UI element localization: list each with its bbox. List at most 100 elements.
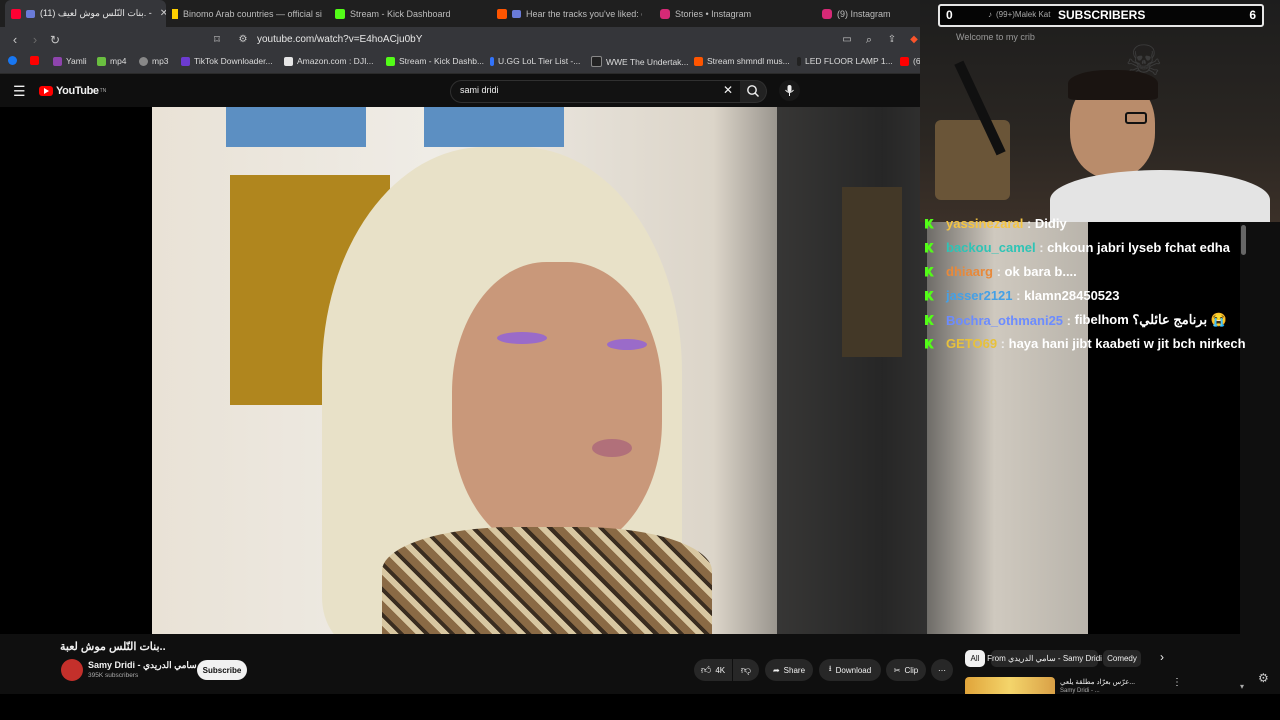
recommendation-thumbnail[interactable] — [965, 677, 1055, 694]
subscriber-counter: 0 ♪ (99+)Malek Kat SUBSCRIBERS 6 — [938, 4, 1264, 27]
glasses — [1125, 112, 1147, 124]
address-bar-row: ‹ › ↻ ⌑ ⚙ youtube.com/watch?v=E4hoACju0b… — [0, 27, 920, 53]
amazon-icon — [284, 56, 293, 66]
close-tab-icon[interactable]: ✕ — [160, 8, 166, 19]
bookmark-label: U.GG LoL Tier List -... — [498, 56, 581, 66]
recommendation-menu-icon[interactable]: ⋮ — [1172, 677, 1182, 688]
share-page-icon[interactable]: ⇪ — [885, 33, 899, 47]
tab-soundcloud[interactable]: Hear the tracks you've liked: on — [497, 0, 642, 27]
facebook-icon — [8, 56, 17, 65]
forward-icon[interactable]: › — [28, 33, 42, 47]
tab-binomo[interactable]: Binomo Arab countries — official si — [172, 0, 322, 27]
tab-title: (9) Instagram — [837, 8, 891, 19]
chat-text: chkoun jabri lyseb fchat edha — [1047, 240, 1230, 255]
subscribe-button[interactable]: Subscribe — [197, 660, 247, 680]
like-button[interactable]: 👍︎ 4K — [694, 659, 732, 681]
reload-icon[interactable]: ↻ — [48, 33, 62, 47]
search-icon — [747, 85, 759, 97]
tiktok-downloader-icon — [181, 56, 190, 66]
menu-icon[interactable]: ☰ — [13, 83, 26, 100]
lamp-icon — [797, 56, 801, 66]
chat-message: GETO69 : haya hani jibt kaabeti w jit bc… — [920, 336, 1246, 351]
download-button[interactable]: ⭳ Download — [819, 659, 881, 681]
bookmark-facebook[interactable] — [8, 56, 21, 65]
chat-scrollbar[interactable] — [1241, 225, 1246, 255]
tab-title: Binomo Arab countries — official si — [183, 8, 322, 19]
chat-username: jasser2121 — [946, 288, 1013, 303]
kick-icon — [925, 242, 934, 253]
bookmark-amazon[interactable]: Amazon.com : DJI... — [284, 56, 374, 66]
chat-overlay: yassinezaral : Didiy backou_camel : chko… — [920, 213, 1250, 358]
bookmark-youtube-2[interactable]: (6 — [900, 56, 921, 66]
bookmark-label: mp4 — [110, 56, 127, 66]
bookmark-icon[interactable]: ⌑ — [210, 33, 224, 47]
settings-gear-icon[interactable]: ⚙ — [1258, 671, 1269, 685]
back-icon[interactable]: ‹ — [8, 33, 22, 47]
tab-instagram-stories[interactable]: Stories • Instagram — [660, 0, 810, 27]
scissors-icon: ✂ — [893, 665, 901, 675]
tab-instagram[interactable]: (9) Instagram — [822, 0, 922, 27]
bookmark-kick[interactable]: Stream - Kick Dashb... — [386, 56, 484, 66]
clear-search-icon[interactable]: ✕ — [723, 83, 733, 97]
clip-button[interactable]: ✂ Clip — [886, 659, 926, 681]
chip-from-channel[interactable]: From سامي الدريدي - Samy Dridi — [987, 650, 1102, 667]
site-info-icon[interactable]: ⚙ — [236, 33, 250, 47]
search-box[interactable]: sami dridi ✕ — [450, 80, 742, 103]
tab-title: Stream - Kick Dashboard — [350, 8, 451, 19]
channel-name-row[interactable]: Samy Dridi - سامي الدريدي — [88, 660, 207, 671]
bookmark-youtube[interactable] — [30, 56, 43, 65]
snake-print-top — [382, 527, 712, 634]
bookmark-wwe[interactable]: WWE The Undertak... — [591, 56, 689, 67]
bookmark-soundcloud[interactable]: Stream shmndl mus... — [694, 56, 790, 66]
youtube-logo[interactable]: YouTube TN — [39, 85, 106, 97]
chat-message: Bochra_othmani25 : fibelhom برنامج عائلي… — [920, 312, 1227, 328]
chip-all[interactable]: All — [965, 650, 985, 667]
recommendation-title[interactable]: عرّس بعرّاد مطلقة يلعي... — [1060, 678, 1135, 686]
wwe-icon — [591, 56, 602, 67]
tab-youtube[interactable]: (11) بنات النّلس موش لعيف. - ✕ — [5, 0, 166, 27]
tab-title: (11) بنات النّلس موش لعيف. - — [40, 8, 152, 18]
tiktok-icon: ♪ — [988, 10, 992, 19]
instagram-icon — [822, 8, 832, 19]
bookmark-ugg[interactable]: U.GG LoL Tier List -... — [490, 56, 580, 66]
chat-username: dhiaarg — [946, 264, 993, 279]
tab-kick-dashboard[interactable]: Stream - Kick Dashboard — [335, 0, 485, 27]
search-button[interactable] — [740, 80, 767, 103]
subscriber-count: 395K subscribers — [88, 672, 139, 679]
channel-avatar[interactable] — [61, 659, 83, 681]
webcam-overlay: Welcome to my crib ☠ — [920, 0, 1280, 222]
bookmark-mp3[interactable]: mp3 — [139, 56, 169, 66]
more-actions-button[interactable]: ⋯ — [931, 659, 953, 681]
voice-search-button[interactable] — [779, 80, 800, 101]
welcome-sign: Welcome to my crib — [956, 32, 1035, 42]
bookmark-led-lamp[interactable]: LED FLOOR LAMP 1... — [797, 56, 893, 66]
bookmark-label: Yamli — [66, 56, 87, 66]
chip-comedy[interactable]: Comedy — [1103, 650, 1141, 667]
youtube-icon — [30, 56, 39, 65]
chat-message: dhiaarg : ok bara b.... — [920, 264, 1077, 279]
channel-name[interactable]: Samy Dridi - سامي الدريدي — [88, 660, 197, 671]
window-icon — [512, 9, 521, 18]
bookmark-yamli[interactable]: Yamli — [53, 56, 87, 66]
thumbs-down-icon: 👎︎ — [740, 665, 752, 676]
chat-username: backou_camel — [946, 240, 1036, 255]
url-field[interactable]: youtube.com/watch?v=E4hoACju0bY — [257, 34, 422, 45]
search-input[interactable]: sami dridi — [460, 85, 499, 95]
brave-icon[interactable]: ◆ — [907, 33, 921, 47]
face — [452, 262, 662, 552]
tab-title: Hear the tracks you've liked: on — [526, 8, 642, 19]
dark-mirror-frame — [777, 107, 927, 634]
bookmark-tiktok-downloader[interactable]: TikTok Downloader... — [181, 56, 273, 66]
zoom-icon[interactable]: ⌕ — [862, 33, 876, 47]
chat-username: yassinezaral — [946, 216, 1024, 231]
download-icon: ⭳ — [828, 664, 832, 673]
counter-left: 0 — [946, 8, 953, 22]
chevron-right-icon[interactable]: › — [1160, 650, 1164, 664]
dislike-button[interactable]: 👎︎ — [733, 659, 759, 681]
video-title: بنات النّلس موش لعبة.. — [60, 641, 166, 653]
ugg-icon — [490, 56, 494, 66]
bookmark-mp4[interactable]: mp4 — [97, 56, 127, 66]
scroll-down-arrow-icon[interactable]: ▾ — [1240, 682, 1244, 691]
cast-icon[interactable]: ▭ — [840, 33, 854, 47]
share-button[interactable]: ➦ Share — [765, 659, 813, 681]
